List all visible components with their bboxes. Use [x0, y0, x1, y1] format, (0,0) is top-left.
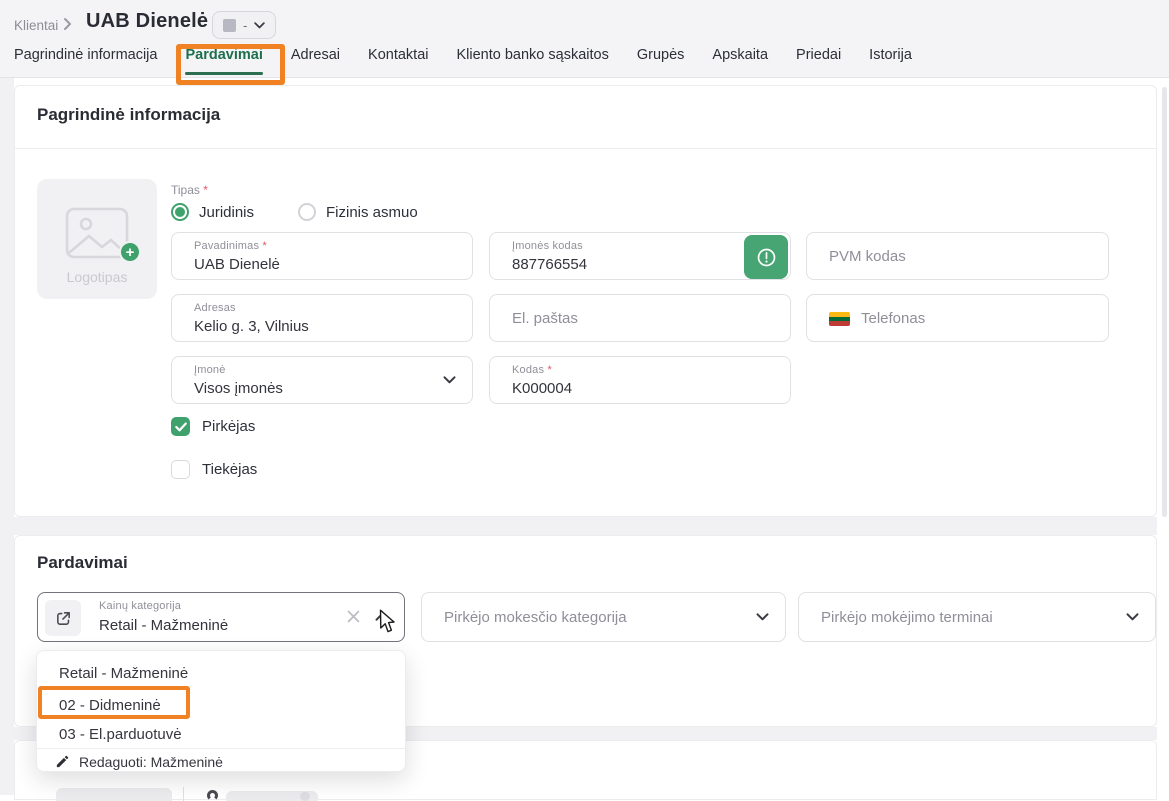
pavadinimas-value: UAB Dienelė: [194, 256, 280, 273]
open-price-category-button[interactable]: [45, 600, 81, 636]
checkbox-pirkejas[interactable]: Pirkėjas: [171, 417, 255, 436]
client-status-dropdown-button[interactable]: -: [212, 11, 276, 39]
dropdown-edit-option[interactable]: Redaguoti: Mažmeninė: [37, 751, 405, 772]
imones-kodas-field[interactable]: Įmonės kodas 887766554: [489, 232, 791, 280]
el-pastas-placeholder: El. paštas: [512, 295, 578, 341]
breadcrumb-klientai-link[interactable]: Klientai: [14, 18, 58, 33]
kainu-kategorija-combobox[interactable]: Kainų kategorija Retail - Mažmeninė: [37, 592, 405, 642]
tab-adresai[interactable]: Adresai: [291, 47, 340, 75]
pirkejas-label: Pirkėjas: [202, 418, 255, 435]
adresas-label: Adresas: [194, 302, 236, 314]
price-category-dropdown-menu: Retail - Mažmeninė 02 - Didmeninė 03 - E…: [36, 650, 406, 772]
general-info-title: Pagrindinė informacija: [37, 105, 220, 125]
dropdown-option-02-didmenine[interactable]: 02 - Didmeninė: [37, 691, 405, 719]
vertical-scrollbar[interactable]: [1162, 87, 1167, 517]
check-icon: [175, 422, 187, 432]
tab-istorija[interactable]: Istorija: [869, 47, 912, 75]
chevron-down-icon: [1126, 608, 1139, 626]
type-label-text: Tipas: [171, 183, 200, 197]
kodas-field[interactable]: Kodas * K000004: [489, 356, 791, 404]
pirkejo-mokejimo-terminai-select[interactable]: Pirkėjo mokėjimo terminai: [798, 592, 1156, 642]
status-color-swatch-icon: [223, 19, 236, 32]
chevron-up-icon[interactable]: [375, 608, 388, 626]
tab-apskaita[interactable]: Apskaita: [712, 47, 768, 75]
checkbox-tiekejas[interactable]: Tiekėjas: [171, 460, 257, 479]
kodas-value: K000004: [512, 380, 572, 397]
logo-upload[interactable]: + Logotipas: [37, 179, 157, 299]
payment-terms-placeholder: Pirkėjo mokėjimo terminai: [821, 593, 993, 641]
dropdown-option-retail-mazmenine[interactable]: Retail - Mažmeninė: [37, 655, 405, 691]
add-logo-plus-icon[interactable]: +: [119, 241, 141, 263]
cutoff-divider: [183, 787, 184, 801]
adresas-field[interactable]: Adresas Kelio g. 3, Vilnius: [171, 294, 473, 342]
section-gap: [14, 517, 1157, 535]
radio-juridinis[interactable]: Juridinis: [171, 203, 254, 221]
cutoff-icon-stub: [300, 792, 310, 801]
general-info-card: Pagrindinė informacija + Logotipas Tipas…: [14, 85, 1157, 517]
imones-kodas-value: 887766554: [512, 256, 587, 273]
imone-value: Visos įmonės: [194, 380, 283, 397]
radio-juridinis-label: Juridinis: [199, 204, 254, 221]
company-lookup-button[interactable]: [744, 235, 788, 279]
dropdown-edit-label: Redaguoti: Mažmeninė: [79, 754, 223, 770]
kainu-kategorija-value: Retail - Mažmeninė: [99, 617, 228, 634]
page-header: Klientai UAB Dienelė - Pagrindinė inform…: [0, 0, 1169, 78]
tiekejas-label: Tiekėjas: [202, 461, 257, 478]
pirkejo-mokescio-kategorija-select[interactable]: Pirkėjo mokesčio kategorija: [421, 592, 786, 642]
type-label: Tipas *: [171, 183, 208, 197]
required-asterisk: *: [203, 183, 208, 197]
sales-title: Pardavimai: [37, 553, 128, 573]
kodas-label: Kodas *: [512, 364, 552, 376]
lithuania-flag-icon[interactable]: [829, 312, 850, 326]
checkbox-unchecked-icon[interactable]: [171, 460, 190, 479]
active-tab-underline: [185, 72, 262, 75]
radio-fizinis-asmuo[interactable]: Fizinis asmuo: [298, 203, 418, 221]
tab-grupes[interactable]: Grupės: [637, 47, 685, 75]
imone-select[interactable]: Įmonė Visos įmonės: [171, 356, 473, 404]
dropdown-divider: [37, 748, 405, 749]
tab-priedai[interactable]: Priedai: [796, 47, 841, 75]
external-link-icon: [55, 610, 72, 627]
kainu-kategorija-label: Kainų kategorija: [99, 600, 181, 612]
tab-pardavimai[interactable]: Pardavimai: [185, 47, 262, 75]
card-divider: [15, 148, 1156, 149]
telefonas-field[interactable]: Telefonas: [806, 294, 1109, 342]
left-gutter: [0, 78, 14, 795]
pavadinimas-field[interactable]: Pavadinimas * UAB Dienelė: [171, 232, 473, 280]
telefonas-placeholder: Telefonas: [861, 295, 925, 341]
clear-selection-icon[interactable]: [347, 610, 360, 628]
chevron-down-icon: [443, 371, 456, 389]
radio-fizinis-label: Fizinis asmuo: [326, 204, 418, 221]
imone-label: Įmonė: [194, 364, 226, 376]
chevron-down-icon: [254, 22, 265, 29]
pvm-kodas-field[interactable]: PVM kodas: [806, 232, 1109, 280]
chevron-down-icon: [756, 608, 769, 626]
status-dash: -: [243, 18, 247, 33]
logo-label: Logotipas: [37, 269, 157, 285]
client-detail-page: Klientai UAB Dienelė - Pagrindinė inform…: [0, 0, 1169, 795]
breadcrumb-chevron-icon: [63, 17, 72, 36]
el-pastas-field[interactable]: El. paštas: [489, 294, 791, 342]
cutoff-icon: [207, 790, 218, 801]
tab-kliento-banko-saskaitos[interactable]: Kliento banko sąskaitos: [457, 47, 609, 75]
tab-pagrindine-informacija[interactable]: Pagrindinė informacija: [14, 47, 157, 75]
alert-circle-icon: [756, 247, 777, 268]
page-title: UAB Dienelė: [86, 10, 208, 33]
pencil-icon: [55, 754, 70, 769]
adresas-value: Kelio g. 3, Vilnius: [194, 318, 309, 335]
tab-bar: Pagrindinė informacija Pardavimai Adresa…: [14, 47, 912, 77]
radio-selected-icon[interactable]: [171, 203, 189, 221]
dropdown-option-03-el-parduotuve[interactable]: 03 - El.parduotuvė: [37, 719, 405, 749]
tab-pardavimai-label: Pardavimai: [185, 47, 262, 63]
radio-unselected-icon[interactable]: [298, 203, 316, 221]
pvm-kodas-placeholder: PVM kodas: [829, 233, 906, 279]
tab-kontaktai[interactable]: Kontaktai: [368, 47, 428, 75]
pavadinimas-label: Pavadinimas *: [194, 240, 267, 252]
checkbox-checked-icon[interactable]: [171, 417, 190, 436]
imones-kodas-label: Įmonės kodas: [512, 240, 583, 252]
tax-category-placeholder: Pirkėjo mokesčio kategorija: [444, 593, 627, 641]
